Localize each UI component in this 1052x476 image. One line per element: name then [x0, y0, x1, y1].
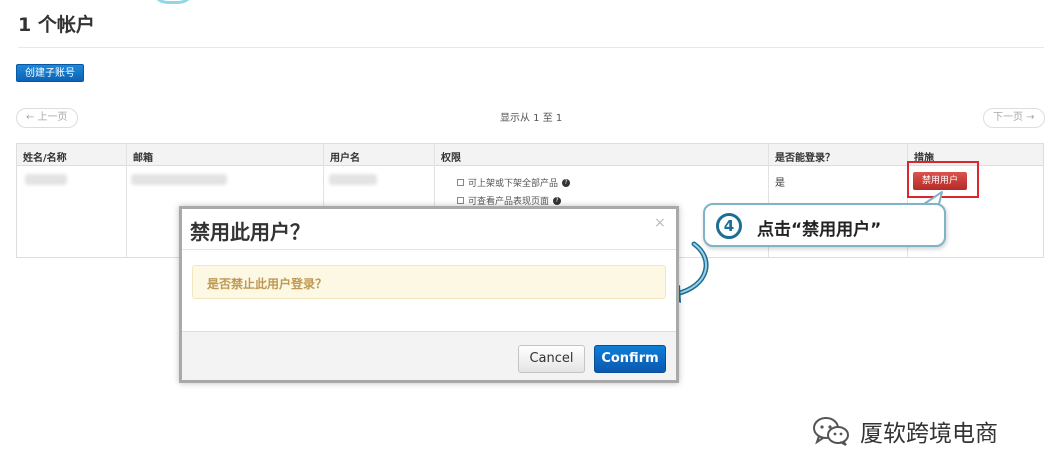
checkbox[interactable]: [457, 197, 464, 204]
permission-item[interactable]: 可上架或下架全部产品 ?: [457, 176, 571, 189]
divider: [182, 249, 676, 250]
header-email: 邮箱: [133, 153, 153, 164]
watermark-text: 厦软跨境电商: [860, 421, 998, 447]
redacted-email: [131, 174, 227, 185]
decorative-arc: [150, 0, 196, 4]
cancel-button[interactable]: Cancel: [518, 345, 585, 373]
divider: [18, 47, 1044, 48]
step-instruction: 点击“禁用用户”: [757, 220, 882, 240]
watermark: 厦软跨境电商: [812, 414, 998, 448]
checkbox[interactable]: [457, 179, 464, 186]
wechat-logo-icon: [813, 417, 849, 446]
page-title: 1 个帐户: [18, 14, 95, 36]
help-icon[interactable]: ?: [562, 178, 571, 187]
confirm-button[interactable]: Confirm: [594, 345, 666, 373]
help-icon[interactable]: ?: [553, 196, 562, 205]
alert-message: 是否禁止此用户登录？: [207, 277, 328, 291]
permission-label: 可上架或下架全部产品: [468, 179, 559, 189]
create-subaccount-button[interactable]: 创建子账号: [16, 64, 84, 82]
can-login-value: 是: [775, 178, 785, 189]
table-header: 姓名/名称 邮箱 用户名 权限 是否能登录？ 措施: [17, 144, 1043, 166]
disable-user-dialog: 禁用此用户？ × 是否禁止此用户登录？ Cancel Confirm: [179, 206, 679, 383]
close-icon[interactable]: ×: [654, 215, 666, 231]
header-name: 姓名/名称: [23, 153, 67, 164]
next-page-button[interactable]: 下一页 →: [983, 108, 1045, 128]
pagination-info: 显示从 1 至 1: [500, 113, 563, 124]
step-callout: 4 点击“禁用用户”: [703, 203, 946, 247]
dialog-footer: Cancel Confirm: [182, 331, 676, 380]
prev-page-button[interactable]: ← 上一页: [16, 108, 78, 128]
header-can-login: 是否能登录？: [775, 153, 835, 164]
header-permissions: 权限: [441, 153, 461, 164]
header-username: 用户名: [330, 153, 360, 164]
redacted-name: [25, 174, 67, 185]
step-number-badge: 4: [716, 213, 742, 239]
warning-alert: 是否禁止此用户登录？: [192, 265, 666, 299]
redacted-username: [329, 174, 377, 185]
dialog-title: 禁用此用户？: [190, 220, 310, 244]
column-divider: [126, 144, 127, 257]
